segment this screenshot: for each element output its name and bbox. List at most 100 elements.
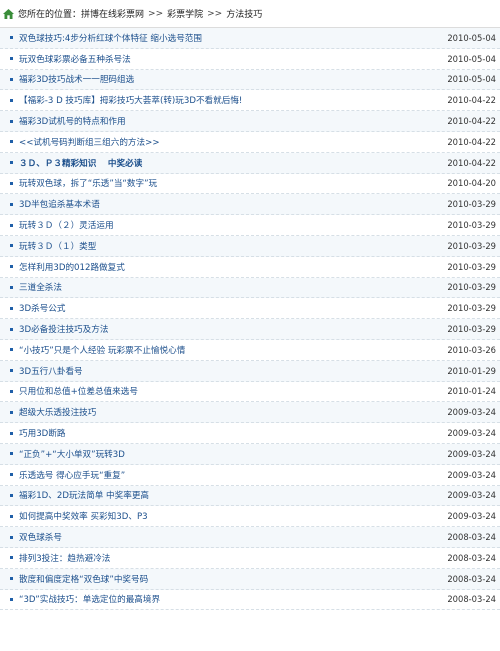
article-date: 2010-04-22 [447,157,496,168]
article-date: 2010-05-04 [447,53,496,64]
article-title-link[interactable]: “3D”实战技巧：单选定位的最高境界 [19,593,447,605]
bullet-icon [10,306,13,310]
bullet-icon [10,452,13,456]
article-date: 2009-03-24 [447,448,496,459]
bullet-icon [10,369,13,373]
article-title-link[interactable]: 三道全杀法 [19,281,447,293]
article-title-link[interactable]: 福彩3D试机号的特点和作用 [19,115,447,127]
article-title-link[interactable]: 超级大乐透投注技巧 [19,406,447,418]
list-item: 双色球技巧:4步分析红球个体特征 缩小选号范围 2010-05-04 [0,28,500,49]
article-title-link[interactable]: 玩转３Ｄ（１）类型 [19,240,447,252]
article-title-link[interactable]: 3D半包追杀基本术语 [19,198,447,210]
list-item: 只用位和总值+位差总值来选号 2010-01-24 [0,382,500,403]
list-item: 玩转双色球，拆了“乐透”当“数字”玩 2010-04-20 [0,174,500,195]
article-date: 2010-01-29 [447,365,496,376]
list-item: 玩转３Ｄ（２）灵活运用 2010-03-29 [0,215,500,236]
bullet-icon [10,597,13,601]
article-date: 2009-03-24 [447,469,496,480]
article-date: 2010-04-22 [447,95,496,106]
article-date: 2010-04-22 [447,136,496,147]
article-title-link[interactable]: 排列3投注：趋热避冷法 [19,552,447,564]
bullet-icon [10,285,13,289]
breadcrumb-separator: >> [207,8,223,19]
article-date: 2010-03-29 [447,303,496,314]
article-date: 2010-01-24 [447,386,496,397]
article-title-link[interactable]: 双色球技巧:4步分析红球个体特征 缩小选号范围 [19,32,447,44]
list-item: 散度和偏度定格“双色球”中奖号码 2008-03-24 [0,568,500,590]
bullet-icon [10,327,13,331]
article-date: 2008-03-24 [447,552,496,563]
list-item: 如何提高中奖效率 买彩知3D、P3 2009-03-24 [0,506,500,528]
article-date: 2010-03-29 [447,220,496,231]
breadcrumb-current[interactable]: 方法技巧 [226,7,262,20]
article-title-link[interactable]: 玩双色球彩票必备五种杀号法 [19,53,447,65]
article-title-link[interactable]: 怎样利用3D的012路做复式 [19,261,447,273]
article-title-link[interactable]: 【福彩-3 D 技巧库】拇彩技巧大荟萃(转)玩3D不看就后悔! [19,94,447,106]
bullet-icon [10,431,13,435]
article-title-link[interactable]: 如何提高中奖效率 买彩知3D、P3 [19,510,447,522]
article-title-link[interactable]: 3D五行八卦看号 [19,365,447,377]
bullet-icon [10,161,13,165]
article-date: 2010-03-29 [447,261,496,272]
article-title-link[interactable]: 只用位和总值+位差总值来选号 [19,385,447,397]
list-item: 福彩3D技巧战术一一胆码组选 2010-05-04 [0,69,500,91]
article-date: 2010-03-29 [447,324,496,335]
article-title-link[interactable]: “正负”+“大小单双”玩转3D [19,448,447,460]
breadcrumb-link-academy[interactable]: 彩票学院 [167,7,203,20]
bullet-icon [10,535,13,539]
article-title-link[interactable]: 玩转双色球，拆了“乐透”当“数字”玩 [19,177,447,189]
article-date: 2009-03-24 [447,407,496,418]
article-title-link[interactable]: “小技巧”只是个人经验 玩彩票不止愉悦心情 [19,344,447,356]
bullet-icon [10,556,13,560]
bullet-icon [10,77,13,81]
bullet-icon [10,410,13,414]
article-title-link[interactable]: 散度和偏度定格“双色球”中奖号码 [19,573,447,585]
list-item: “正负”+“大小单双”玩转3D 2009-03-24 [0,443,500,465]
list-item: 巧用3D断路 2009-03-24 [0,423,500,444]
list-item: ３Ｄ、Ｐ３精彩知识 中奖必读 2010-04-22 [0,152,500,174]
list-item: “小技巧”只是个人经验 玩彩票不止愉悦心情 2010-03-26 [0,340,500,361]
article-title-link[interactable]: 玩转３Ｄ（２）灵活运用 [19,219,447,231]
article-date: 2008-03-24 [447,532,496,543]
article-title-link[interactable]: 双色球杀号 [19,531,447,543]
bullet-icon [10,493,13,497]
bullet-icon [10,577,13,581]
list-item: “3D”实战技巧：单选定位的最高境界 2008-03-24 [0,590,500,611]
list-item: 3D五行八卦看号 2010-01-29 [0,360,500,382]
bullet-icon [10,119,13,123]
list-item: 福彩3D试机号的特点和作用 2010-04-22 [0,111,500,132]
article-title-link[interactable]: 乐透选号 得心应手玩“重复” [19,469,447,481]
list-item: <<试机号码判断组三组六的方法>> 2010-04-22 [0,132,500,153]
article-title-link[interactable]: ３Ｄ、Ｐ３精彩知识 中奖必读 [19,157,447,169]
bullet-icon [10,244,13,248]
list-item: 超级大乐透投注技巧 2009-03-24 [0,402,500,424]
article-date: 2010-04-22 [447,116,496,127]
article-title-link[interactable]: 巧用3D断路 [19,427,447,439]
article-title-link[interactable]: <<试机号码判断组三组六的方法>> [19,136,447,148]
article-date: 2010-05-04 [447,32,496,43]
bullet-icon [10,140,13,144]
bullet-icon [10,202,13,206]
article-date: 2009-03-24 [447,490,496,501]
article-title-link[interactable]: 福彩3D技巧战术一一胆码组选 [19,73,447,85]
article-title-link[interactable]: 3D杀号公式 [19,302,447,314]
article-date: 2009-03-24 [447,511,496,522]
article-title-link[interactable]: 福彩1D、2D玩法简单 中奖率更高 [19,489,447,501]
article-list: 双色球技巧:4步分析红球个体特征 缩小选号范围 2010-05-04 玩双色球彩票必… [0,28,500,611]
list-item: 【福彩-3 D 技巧库】拇彩技巧大荟萃(转)玩3D不看就后悔! 2010-04-2… [0,90,500,112]
article-date: 2008-03-24 [447,573,496,584]
list-item: 玩双色球彩票必备五种杀号法 2010-05-04 [0,49,500,70]
list-item: 福彩1D、2D玩法简单 中奖率更高 2009-03-24 [0,485,500,507]
article-date: 2010-05-04 [447,74,496,85]
article-date: 2008-03-24 [447,594,496,605]
article-date: 2010-03-29 [447,282,496,293]
article-date: 2010-03-29 [447,240,496,251]
list-item: 3D必备投注技巧及方法 2010-03-29 [0,319,500,340]
list-item: 三道全杀法 2010-03-29 [0,277,500,299]
list-item: 排列3投注：趋热避冷法 2008-03-24 [0,548,500,569]
breadcrumb-link-home[interactable]: 拼博在线彩票网 [81,7,144,20]
bullet-icon [10,36,13,40]
list-item: 乐透选号 得心应手玩“重复” 2009-03-24 [0,465,500,486]
article-title-link[interactable]: 3D必备投注技巧及方法 [19,323,447,335]
bullet-icon [10,473,13,477]
